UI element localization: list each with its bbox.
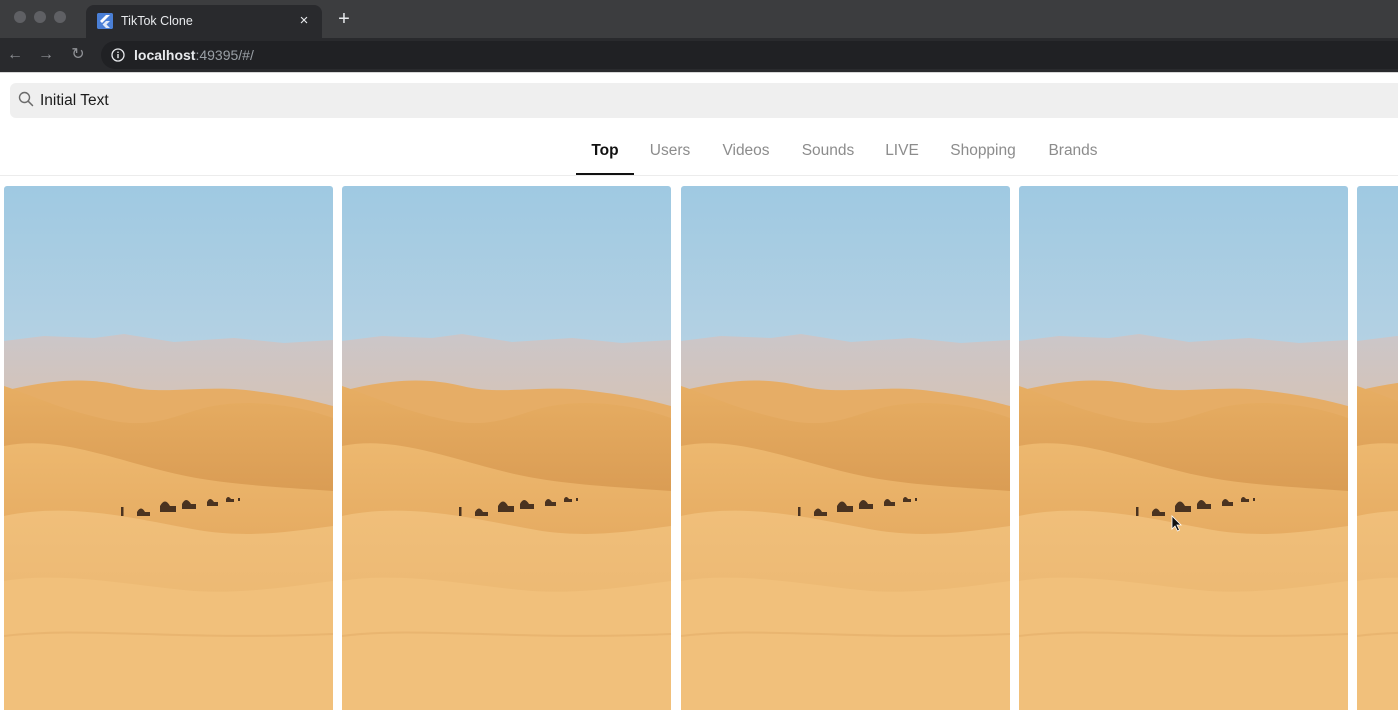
desert-caravan-thumbnail <box>681 186 1010 710</box>
search-input[interactable] <box>40 83 640 118</box>
search-bar[interactable] <box>10 83 1398 118</box>
window-close-control[interactable] <box>14 11 26 23</box>
desert-caravan-thumbnail <box>4 186 333 710</box>
video-card[interactable] <box>681 186 1010 710</box>
tab-title: TikTok Clone <box>121 14 193 28</box>
desert-caravan-thumbnail <box>1357 186 1398 710</box>
chrome-divider <box>0 72 1398 73</box>
video-grid <box>0 186 1398 710</box>
window-zoom-control[interactable] <box>54 11 66 23</box>
video-card[interactable] <box>1357 186 1398 710</box>
video-card[interactable] <box>342 186 671 710</box>
info-icon[interactable] <box>111 48 125 62</box>
flutter-logo-icon <box>97 13 113 29</box>
reload-icon[interactable]: ↻ <box>67 44 89 66</box>
mouse-cursor-icon <box>1171 515 1182 532</box>
tab-close-icon[interactable]: × <box>294 11 314 31</box>
tab-shopping[interactable]: Shopping <box>940 128 1026 176</box>
browser-tabstrip: TikTok Clone × + <box>0 0 1398 38</box>
desert-caravan-thumbnail <box>1019 186 1348 710</box>
search-category-tabs: Top Users Videos Sounds LIVE Shopping Br… <box>0 128 1398 176</box>
tab-brands[interactable]: Brands <box>1038 128 1108 176</box>
tab-top[interactable]: Top <box>576 128 634 176</box>
tab-users[interactable]: Users <box>640 128 700 176</box>
tab-sounds[interactable]: Sounds <box>791 128 865 176</box>
search-icon <box>18 91 34 107</box>
window-minimize-control[interactable] <box>34 11 46 23</box>
url-path: :49395/#/ <box>195 47 254 63</box>
back-arrow-icon[interactable]: ← <box>4 44 26 66</box>
address-bar[interactable]: localhost:49395/#/ <box>101 41 1398 69</box>
url-text: localhost:49395/#/ <box>134 47 254 63</box>
tab-videos[interactable]: Videos <box>712 128 780 176</box>
video-card[interactable] <box>1019 186 1348 710</box>
tab-live[interactable]: LIVE <box>876 128 928 176</box>
url-host: localhost <box>134 47 196 63</box>
forward-arrow-icon[interactable]: → <box>35 44 57 66</box>
new-tab-icon[interactable]: + <box>334 7 354 31</box>
active-tab-indicator <box>576 173 634 175</box>
browser-tab[interactable]: TikTok Clone × <box>86 5 322 38</box>
desert-caravan-thumbnail <box>342 186 671 710</box>
video-card[interactable] <box>4 186 333 710</box>
browser-toolbar: ← → ↻ localhost:49395/#/ <box>0 38 1398 72</box>
